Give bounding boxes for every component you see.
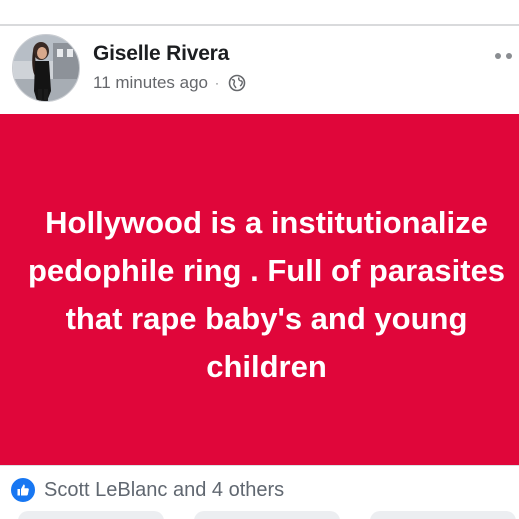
globe-icon[interactable] bbox=[228, 74, 246, 92]
action-bar bbox=[0, 511, 519, 519]
avatar-photo bbox=[13, 35, 79, 101]
more-options-icon[interactable] bbox=[495, 50, 517, 62]
reaction-summary[interactable]: Scott LeBlanc and 4 others bbox=[10, 477, 284, 503]
share-action-button[interactable] bbox=[370, 511, 516, 519]
reaction-divider bbox=[0, 465, 519, 466]
post-meta: 11 minutes ago · bbox=[93, 72, 246, 94]
like-action-button[interactable] bbox=[18, 511, 164, 519]
comment-action-button[interactable] bbox=[194, 511, 340, 519]
post-text: Hollywood is a institutionalize pedophil… bbox=[27, 204, 506, 384]
post-background[interactable]: Hollywood is a institutionalize pedophil… bbox=[0, 114, 519, 465]
post-header: Giselle Rivera 11 minutes ago · bbox=[0, 26, 519, 114]
reaction-summary-text: Scott LeBlanc and 4 others bbox=[44, 478, 285, 501]
author-avatar[interactable] bbox=[12, 34, 80, 102]
feed-gap bbox=[0, 0, 519, 24]
post-card: Giselle Rivera 11 minutes ago · Hollywoo… bbox=[0, 0, 519, 519]
author-name[interactable]: Giselle Rivera bbox=[93, 42, 229, 66]
more-dot bbox=[506, 53, 512, 59]
post-timestamp[interactable]: 11 minutes ago bbox=[93, 73, 208, 93]
like-icon bbox=[10, 477, 36, 503]
more-dot bbox=[495, 53, 501, 59]
meta-separator: · bbox=[214, 76, 219, 90]
